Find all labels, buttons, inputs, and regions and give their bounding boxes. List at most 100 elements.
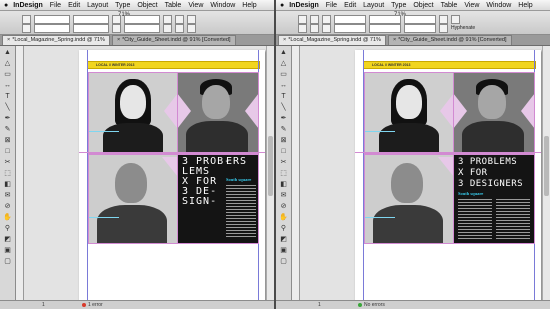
- justify-button[interactable]: [298, 24, 307, 33]
- gap-tool-icon[interactable]: ↔: [279, 81, 288, 90]
- hand-tool-icon[interactable]: ✋: [279, 213, 288, 222]
- vertical-scrollbar[interactable]: [266, 46, 274, 301]
- close-icon[interactable]: ×: [7, 37, 10, 43]
- reference-point-button[interactable]: [22, 24, 31, 33]
- photo-man-frame[interactable]: [453, 72, 535, 154]
- page-tool-icon[interactable]: ▭: [3, 70, 12, 79]
- menu-help[interactable]: Help: [518, 2, 532, 9]
- x-field[interactable]: [34, 15, 70, 24]
- screen-mode-icon[interactable]: ▢: [3, 257, 12, 266]
- gradient-tool-icon[interactable]: ◧: [279, 180, 288, 189]
- note-tool-icon[interactable]: ✉: [3, 191, 12, 200]
- formatting-container-icon[interactable]: ▣: [279, 246, 288, 255]
- menu-type[interactable]: Type: [115, 2, 130, 9]
- scale-x-field[interactable]: [124, 15, 160, 24]
- free-transform-tool-icon[interactable]: ⬚: [279, 169, 288, 178]
- menu-table[interactable]: Table: [165, 2, 182, 9]
- menu-layout[interactable]: Layout: [87, 2, 108, 9]
- type-tool-icon[interactable]: T: [279, 92, 288, 101]
- scissors-tool-icon[interactable]: ✂: [279, 158, 288, 167]
- tab-city-guide[interactable]: × *City_Guide_Sheet.indd @ 91% [Converted…: [111, 35, 236, 45]
- photo-man-frame[interactable]: [177, 72, 259, 154]
- vertical-scrollbar[interactable]: [542, 46, 550, 301]
- scale-y-field[interactable]: [124, 24, 160, 33]
- menu-layout[interactable]: Layout: [363, 2, 384, 9]
- preflight-status[interactable]: 1 error: [82, 301, 103, 309]
- eyedropper-tool-icon[interactable]: ⊘: [3, 202, 12, 211]
- link-button[interactable]: [112, 24, 121, 33]
- justify-all-button[interactable]: [310, 24, 319, 33]
- scroll-thumb[interactable]: [268, 136, 273, 196]
- menu-view[interactable]: View: [188, 2, 203, 9]
- zoom-tool-icon[interactable]: ⚲: [279, 224, 288, 233]
- menu-type[interactable]: Type: [391, 2, 406, 9]
- photo-woman-frame[interactable]: [88, 72, 178, 154]
- note-tool-icon[interactable]: ✉: [279, 191, 288, 200]
- align-spine-button[interactable]: [322, 24, 331, 33]
- gap-tool-icon[interactable]: ↔: [3, 81, 12, 90]
- left-indent-field[interactable]: [334, 15, 366, 24]
- menu-window[interactable]: Window: [486, 2, 511, 9]
- menu-help[interactable]: Help: [242, 2, 256, 9]
- flip-button[interactable]: [175, 15, 184, 24]
- menu-file[interactable]: File: [50, 2, 61, 9]
- line-tool-icon[interactable]: ╲: [279, 103, 288, 112]
- scroll-thumb[interactable]: [544, 136, 549, 196]
- rectangle-frame-tool-icon[interactable]: ⊠: [3, 136, 12, 145]
- space-before-field[interactable]: [404, 15, 436, 24]
- formatting-container-icon[interactable]: ▣: [3, 246, 12, 255]
- apple-menu-icon[interactable]: ●: [4, 2, 8, 9]
- effects-button[interactable]: [187, 24, 196, 33]
- align-left-button[interactable]: [22, 15, 31, 24]
- fill-stroke-swatch-icon[interactable]: ◩: [279, 235, 288, 244]
- shear-button[interactable]: [163, 24, 172, 33]
- tab-local-magazine[interactable]: × *Local_Magazine_Spring.indd @ 71%: [2, 35, 110, 45]
- pen-tool-icon[interactable]: ✒: [3, 114, 12, 123]
- menu-window[interactable]: Window: [210, 2, 235, 9]
- rectangle-frame-tool-icon[interactable]: ⊠: [279, 136, 288, 145]
- eyedropper-tool-icon[interactable]: ⊘: [279, 202, 288, 211]
- page-number-field[interactable]: 1: [318, 301, 321, 309]
- fill-stroke-swatch-icon[interactable]: ◩: [3, 235, 12, 244]
- selection-tool-icon[interactable]: ▲: [3, 48, 12, 57]
- photo-bald-man-frame[interactable]: [364, 154, 454, 244]
- close-icon[interactable]: ×: [117, 37, 120, 43]
- type-tool-icon[interactable]: T: [3, 92, 12, 101]
- menu-app-name[interactable]: InDesign: [13, 2, 43, 9]
- align-center-button[interactable]: [310, 15, 319, 24]
- screen-mode-icon[interactable]: ▢: [279, 257, 288, 266]
- y-field[interactable]: [34, 24, 70, 33]
- pen-tool-icon[interactable]: ✒: [279, 114, 288, 123]
- apple-menu-icon[interactable]: ●: [280, 2, 284, 9]
- close-icon[interactable]: ×: [393, 37, 396, 43]
- w-field[interactable]: [73, 15, 109, 24]
- h-field[interactable]: [73, 24, 109, 33]
- tab-city-guide[interactable]: × *City_Guide_Sheet.indd @ 91% [Converted…: [387, 35, 512, 45]
- stroke-button[interactable]: [175, 24, 184, 33]
- numbering-button[interactable]: [451, 15, 460, 24]
- direct-selection-tool-icon[interactable]: △: [3, 59, 12, 68]
- preflight-status[interactable]: No errors: [358, 301, 385, 309]
- page-number-field[interactable]: 1: [42, 301, 45, 309]
- scissors-tool-icon[interactable]: ✂: [3, 158, 12, 167]
- rotate-button[interactable]: [163, 15, 172, 24]
- constrain-button[interactable]: [112, 15, 121, 24]
- right-indent-field[interactable]: [334, 24, 366, 33]
- last-line-indent-field[interactable]: [369, 24, 401, 33]
- menu-view[interactable]: View: [464, 2, 479, 9]
- align-left-button[interactable]: [298, 15, 307, 24]
- hyphenate-checkbox[interactable]: [439, 24, 448, 33]
- photo-woman-frame[interactable]: [364, 72, 454, 154]
- pencil-tool-icon[interactable]: ✎: [3, 125, 12, 134]
- rectangle-tool-icon[interactable]: □: [3, 147, 12, 156]
- tab-local-magazine[interactable]: × *Local_Magazine_Spring.indd @ 71%: [278, 35, 386, 45]
- align-right-button[interactable]: [322, 15, 331, 24]
- photo-bald-man-frame[interactable]: [88, 154, 178, 244]
- close-icon[interactable]: ×: [283, 37, 286, 43]
- menu-edit[interactable]: Edit: [344, 2, 356, 9]
- menu-object[interactable]: Object: [137, 2, 157, 9]
- menu-edit[interactable]: Edit: [68, 2, 80, 9]
- headline-text-frame[interactable]: 3 PROB- LEMS X FOR 3 DE- SIGN- ERS South…: [177, 154, 259, 244]
- hand-tool-icon[interactable]: ✋: [3, 213, 12, 222]
- gradient-tool-icon[interactable]: ◧: [3, 180, 12, 189]
